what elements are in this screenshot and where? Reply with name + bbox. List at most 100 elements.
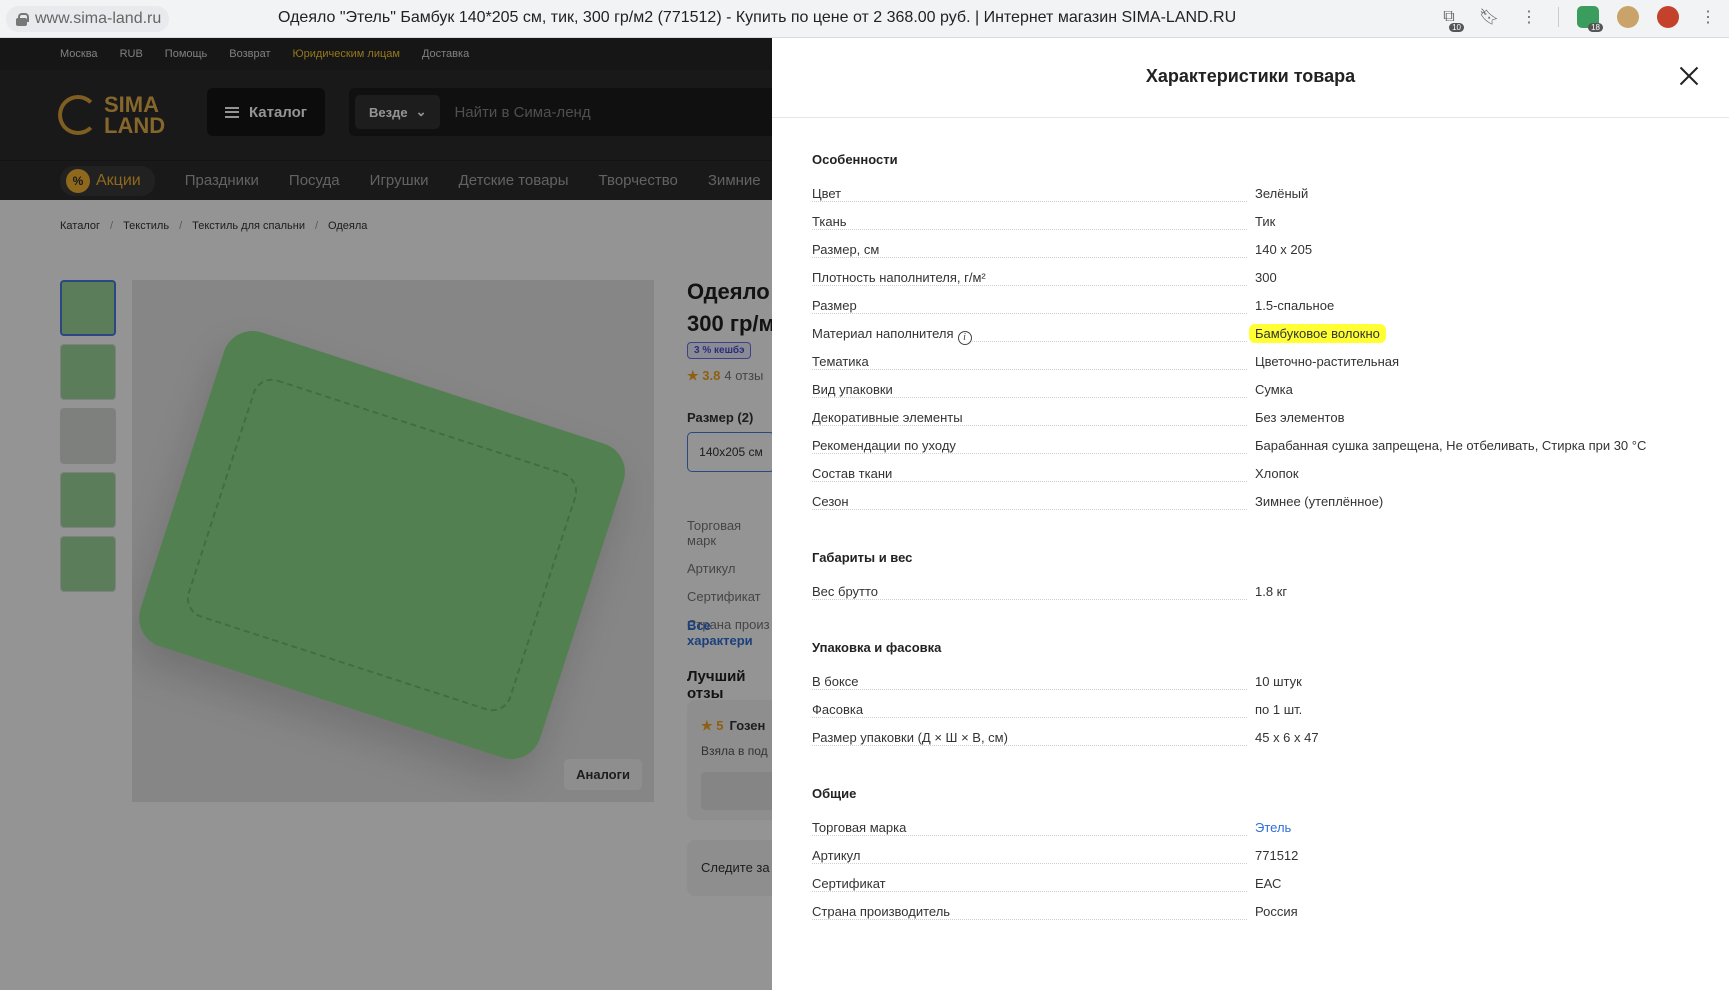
translate-icon[interactable]: ⧉	[1438, 6, 1465, 32]
spec-row: Сезон Зимнее (утеплённое)	[812, 494, 1682, 522]
spec-label: В боксе	[812, 674, 861, 689]
spec-value: 771512	[1255, 848, 1299, 863]
spec-label-text: В боксе	[812, 674, 859, 689]
extension-cookie-icon[interactable]	[1617, 6, 1639, 28]
spec-label: Декоративные элементы	[812, 410, 965, 425]
spec-value: 45 х 6 х 47	[1255, 730, 1319, 745]
close-icon[interactable]	[1677, 64, 1701, 88]
characteristics-section: Габариты и вес Вес брутто 1.8 кг	[812, 550, 1682, 612]
spec-label-text: Сезон	[812, 494, 849, 509]
spec-label: Тематика	[812, 354, 871, 369]
spec-label: Плотность наполнителя, г/м²	[812, 270, 988, 285]
spec-label: Ткань	[812, 214, 849, 229]
spec-row: Размер 1.5-спальное	[812, 298, 1682, 326]
spec-label-text: Вес брутто	[812, 584, 879, 599]
spec-label-text: Цвет	[812, 186, 842, 201]
spec-value: Зелёный	[1255, 186, 1309, 201]
spec-row: Цвет Зелёный	[812, 186, 1682, 214]
spec-value: 1.8 кг	[1255, 584, 1288, 599]
spec-row: Артикул 771512	[812, 848, 1682, 876]
spec-label-text: Торговая марка	[812, 820, 907, 835]
spec-label: Фасовка	[812, 702, 866, 717]
characteristics-list: Особенности Цвет Зелёный Ткань Тик Размер, см…	[806, 152, 1682, 960]
spec-row: Торговая марка Этель	[812, 820, 1682, 848]
spec-label: Сертификат	[812, 876, 888, 891]
characteristics-panel: Характеристики товара Особенности Цвет Зел…	[772, 38, 1729, 990]
toolbar-divider	[1558, 7, 1559, 27]
spec-value: Россия	[1255, 904, 1298, 919]
spec-row: Сертификат ЕАС	[812, 876, 1682, 904]
lock-icon	[16, 12, 29, 26]
spec-label-text: Размер	[812, 298, 857, 313]
page-title-text: Одеяло "Этель" Бамбук 140*205 см, тик, 3…	[278, 9, 1237, 26]
spec-row: Размер, см 140 х 205	[812, 242, 1682, 270]
extension-avatar-icon[interactable]	[1657, 6, 1679, 28]
spec-label-text: Фасовка	[812, 702, 864, 717]
spec-value: 10 штук	[1255, 674, 1302, 689]
spec-label: Страна производитель	[812, 904, 953, 919]
spec-value: Барабанная сушка запрещена, Не отбеливат…	[1255, 438, 1647, 453]
spec-row: Декоративные элементы Без элементов	[812, 410, 1682, 438]
spec-label: Размер	[812, 298, 859, 313]
spec-label-text: Рекомендации по уходу	[812, 438, 956, 453]
spec-label-text: Страна производитель	[812, 904, 951, 919]
spec-row: Страна производитель Россия	[812, 904, 1682, 932]
section-title: Габариты и вес	[812, 550, 913, 565]
bookmark-icon[interactable]: 🔖︎	[1478, 6, 1500, 28]
spec-label: Состав ткани	[812, 466, 895, 481]
spec-value: Цветочно-растительная	[1255, 354, 1400, 369]
address-bar[interactable]: www.sima-land.ru	[6, 6, 170, 32]
spec-label: Вид упаковки	[812, 382, 895, 397]
spec-row: Состав ткани Хлопок	[812, 466, 1682, 494]
spec-label-text: Вид упаковки	[812, 382, 893, 397]
site-background: Москва RUB Помощь Возврат Юридическим ли…	[0, 38, 772, 990]
spec-value: Зимнее (утеплённое)	[1255, 494, 1384, 509]
spec-value: Сумка	[1255, 382, 1293, 397]
spec-value: Тик	[1255, 214, 1276, 229]
characteristics-section: Упаковка и фасовка В боксе 10 штук Фасовка п…	[812, 640, 1682, 758]
spec-label: Рекомендации по уходу	[812, 438, 958, 453]
panel-title: Характеристики товара	[1145, 66, 1356, 86]
spec-label-text: Состав ткани	[812, 466, 893, 481]
menu-dots-icon[interactable]: ⋮	[1518, 6, 1540, 28]
spec-row: Плотность наполнителя, г/м² 300	[812, 270, 1682, 298]
spec-label: Материал наполнителя i	[806, 324, 974, 345]
url-text: www.sima-land.ru	[35, 10, 162, 27]
spec-row: Фасовка по 1 шт.	[812, 702, 1682, 730]
characteristics-section: Общие Торговая марка Этель Артикул 771512 Сер…	[812, 786, 1682, 932]
spec-row: Ткань Тик	[812, 214, 1682, 242]
spec-label: Сезон	[812, 494, 851, 509]
spec-row: Вид упаковки Сумка	[812, 382, 1682, 410]
modal-backdrop[interactable]	[0, 38, 772, 990]
spec-row: Тематика Цветочно-растительная	[812, 354, 1682, 382]
info-icon[interactable]: i	[957, 331, 972, 345]
spec-row: В боксе 10 штук	[812, 674, 1682, 702]
brand-link[interactable]: Этель	[1255, 820, 1291, 835]
spec-label-text: Плотность наполнителя, г/м²	[812, 270, 986, 285]
spec-value: 140 х 205	[1255, 242, 1313, 257]
spec-label-text: Тематика	[812, 354, 869, 369]
section-title: Особенности	[812, 152, 898, 167]
spec-value: ЕАС	[1255, 876, 1282, 891]
spec-row: Материал наполнителя i Бамбуковое волокно	[806, 324, 1682, 354]
spec-value: по 1 шт.	[1255, 702, 1303, 717]
spec-label-text: Сертификат	[812, 876, 886, 891]
spec-label: Артикул	[812, 848, 863, 863]
extension-shield-icon[interactable]	[1577, 6, 1604, 32]
spec-value: 1.5-спальное	[1255, 298, 1335, 313]
spec-label-text: Ткань	[812, 214, 847, 229]
spec-label: Размер упаковки (Д × Ш × В, см)	[812, 730, 1010, 745]
browser-toolbar: www.sima-land.ru Одеяло "Этель" Бамбук 1…	[0, 0, 1729, 38]
browser-menu-icon[interactable]: ⋮	[1697, 6, 1719, 28]
spec-row: Вес брутто 1.8 кг	[812, 584, 1682, 612]
spec-label-text: Размер упаковки (Д × Ш × В, см)	[812, 730, 1008, 745]
spec-label-text: Артикул	[812, 848, 861, 863]
spec-value: Бамбуковое волокно	[1249, 324, 1386, 343]
spec-row: Рекомендации по уходу Барабанная сушка за…	[812, 438, 1682, 466]
characteristics-section: Особенности Цвет Зелёный Ткань Тик Размер, см…	[806, 152, 1682, 522]
spec-value: 300	[1255, 270, 1277, 285]
spec-label: Торговая марка	[812, 820, 909, 835]
spec-label: Цвет	[812, 186, 844, 201]
spec-label-text: Декоративные элементы	[812, 410, 963, 425]
panel-header: Характеристики товара	[772, 38, 1729, 118]
